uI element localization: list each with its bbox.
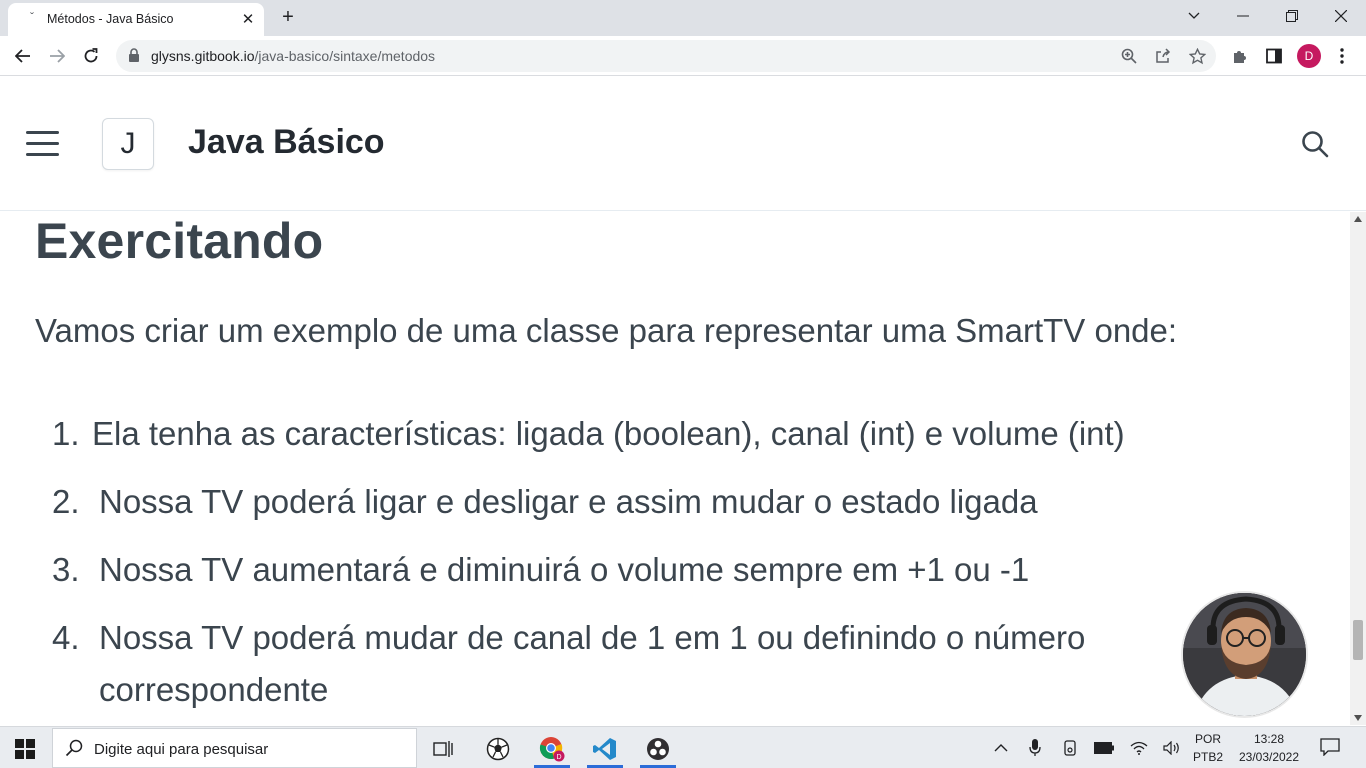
- volume-icon[interactable]: [1162, 738, 1182, 758]
- intro-paragraph: Vamos criar um exemplo de uma classe par…: [35, 312, 1178, 349]
- list-text: Nossa TV poderá mudar de canal de 1 em 1…: [99, 619, 1086, 656]
- chrome-app-icon[interactable]: D: [530, 731, 574, 768]
- list-number: 2.: [52, 483, 80, 520]
- vscode-app-icon[interactable]: [583, 731, 627, 768]
- list-text: Nossa TV poderá ligar e desligar e assim…: [99, 483, 1038, 520]
- keyboard-layout: PTB2: [1193, 750, 1224, 764]
- tab-search-icon[interactable]: [1179, 4, 1209, 28]
- device-icon[interactable]: [1060, 738, 1080, 758]
- microphone-icon[interactable]: [1025, 738, 1045, 758]
- reload-icon[interactable]: [79, 44, 103, 68]
- browser-tab-strip: ˇ Métodos - Java Básico ✕ +: [0, 0, 1366, 36]
- taskbar: Digite aqui para pesquisar D POR PTB2 13…: [0, 726, 1366, 768]
- page-content: Exercitando Vamos criar um exemplo de um…: [0, 212, 1350, 725]
- page-scrollbar[interactable]: [1350, 212, 1366, 725]
- list-text: Ela tenha as características: ligada (bo…: [92, 415, 1125, 452]
- list-number: 3.: [52, 551, 80, 588]
- url-host: glysns.gitbook.io: [151, 48, 255, 64]
- url-text: glysns.gitbook.io/java-basico/sintaxe/me…: [151, 48, 435, 64]
- list-text: Nossa TV aumentará e diminuirá o volume …: [99, 551, 1030, 588]
- close-window-icon[interactable]: [1326, 4, 1356, 28]
- tab-close-icon[interactable]: ✕: [238, 9, 258, 29]
- browser-tab[interactable]: ˇ Métodos - Java Básico ✕: [8, 3, 264, 36]
- site-title[interactable]: Java Básico: [188, 123, 385, 162]
- extensions-puzzle-icon[interactable]: [1229, 45, 1251, 67]
- battery-icon[interactable]: [1094, 738, 1114, 758]
- scroll-down-arrow-icon[interactable]: [1354, 715, 1362, 721]
- site-header: J Java Básico: [0, 77, 1366, 211]
- search-icon: [65, 739, 83, 762]
- tab-title: Métodos - Java Básico: [47, 12, 174, 26]
- site-logo[interactable]: J: [102, 118, 154, 170]
- task-view-icon[interactable]: [421, 731, 465, 767]
- taskbar-search-box[interactable]: Digite aqui para pesquisar: [52, 728, 417, 768]
- soccer-app-icon[interactable]: [476, 731, 520, 767]
- keyboard-language[interactable]: POR PTB2: [1193, 730, 1223, 766]
- clock-time: 13:28: [1253, 732, 1285, 746]
- tab-audio-icon: ˇ: [30, 10, 34, 24]
- scrollbar-thumb[interactable]: [1353, 620, 1363, 660]
- language-code: POR: [1195, 732, 1222, 746]
- back-arrow-icon[interactable]: [11, 44, 35, 68]
- webcam-overlay: [1181, 591, 1308, 718]
- bookmark-star-icon[interactable]: [1187, 46, 1207, 66]
- hamburger-icon[interactable]: [26, 131, 59, 157]
- svg-text:D: D: [556, 754, 561, 761]
- clock-date: 23/03/2022: [1238, 750, 1300, 764]
- address-bar[interactable]: glysns.gitbook.io/java-basico/sintaxe/me…: [116, 40, 1216, 72]
- list-text: correspondente: [99, 671, 329, 708]
- new-tab-button[interactable]: +: [277, 6, 299, 28]
- obs-app-icon[interactable]: [636, 731, 680, 768]
- profile-avatar[interactable]: D: [1297, 44, 1321, 68]
- browser-menu-icon[interactable]: [1331, 45, 1353, 67]
- list-number: 4.: [52, 619, 80, 656]
- tray-chevron-up-icon[interactable]: [991, 738, 1011, 758]
- search-icon[interactable]: [1300, 129, 1330, 159]
- list-number: 1.: [52, 415, 80, 452]
- url-path: /java-basico/sintaxe/metodos: [254, 48, 436, 64]
- windows-start-icon[interactable]: [15, 739, 35, 759]
- system-clock[interactable]: 13:28 23/03/2022: [1234, 730, 1304, 766]
- side-panel-icon[interactable]: [1263, 45, 1285, 67]
- lock-icon[interactable]: [128, 48, 140, 67]
- share-icon[interactable]: [1153, 46, 1173, 66]
- zoom-icon[interactable]: [1119, 46, 1139, 66]
- taskbar-search-placeholder: Digite aqui para pesquisar: [94, 741, 269, 758]
- minimize-icon[interactable]: [1228, 4, 1258, 28]
- scroll-up-arrow-icon[interactable]: [1354, 216, 1362, 222]
- browser-toolbar: glysns.gitbook.io/java-basico/sintaxe/me…: [0, 36, 1366, 76]
- forward-arrow-icon[interactable]: [45, 44, 69, 68]
- notification-center-icon[interactable]: [1320, 738, 1340, 761]
- wifi-icon[interactable]: [1129, 738, 1149, 758]
- restore-icon[interactable]: [1277, 4, 1307, 28]
- page-heading: Exercitando: [35, 213, 324, 269]
